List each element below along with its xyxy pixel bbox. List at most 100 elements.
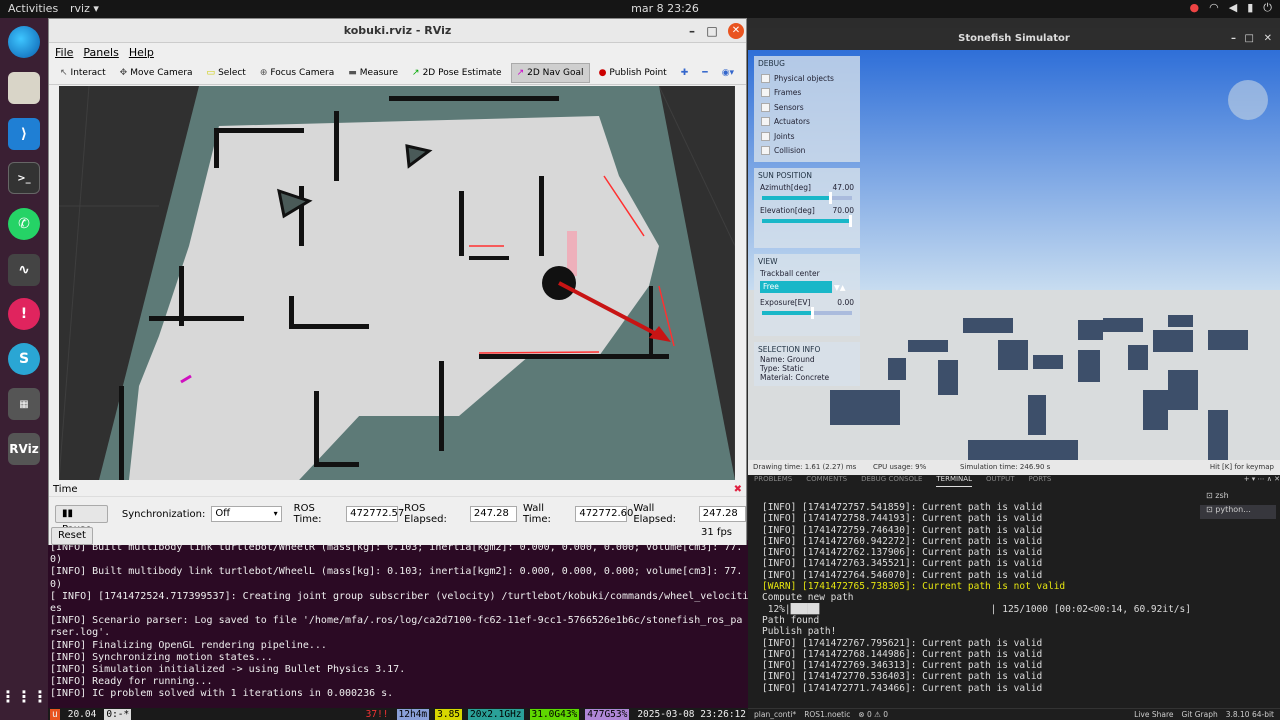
maximize-button[interactable]: □ [1245,28,1254,50]
checkbox-physical-objects[interactable]: Physical objects [758,71,856,86]
minimize-button[interactable]: – [682,19,702,43]
add-tool-button[interactable]: ✚ [676,63,694,83]
wall-time-field[interactable]: 472772.60 [575,506,633,522]
checkbox-actuators[interactable]: Actuators [758,115,856,130]
selection-info-panel: SELECTION INFO Name: Ground Type: Static… [754,342,860,386]
tab-comments[interactable]: COMMENTS [806,475,847,487]
tmux-cpu: 20x2.1GHz [468,708,524,720]
time-controls-row: ▮▮ Pause Synchronization: Off ▾ ROS Time:… [55,503,746,535]
keymap-hint: Hit [K] for keymap [1209,463,1274,471]
checkbox-frames[interactable]: Frames [758,86,856,101]
tool-2d-nav-goal[interactable]: ↗ 2D Nav Goal [510,62,590,83]
terminal-icon[interactable]: >_ [8,162,40,194]
whatsapp-icon[interactable]: ✆ [8,208,40,240]
terminal-line: [INFO] [1741472763.345521]: Current path… [762,558,1043,570]
ros-env[interactable]: ROS1.noetic [804,710,850,719]
terminal-line: [INFO] Simulation initialized -> using B… [50,664,406,676]
app-menu[interactable]: rviz ▾ [70,2,99,15]
clock[interactable]: mar 8 23:26 [610,2,720,15]
minimize-button[interactable]: – [1231,28,1236,50]
live-share[interactable]: Live Share [1134,710,1173,719]
tool-measure[interactable]: ▬ Measure [343,63,403,83]
sync-dropdown[interactable]: Off ▾ [211,506,282,522]
left-terminal[interactable]: [INFO] Built multibody link turtlebot/Wh… [48,540,748,720]
menu-panels[interactable]: Panels [83,46,118,59]
checkbox-sensors[interactable]: Sensors [758,100,856,115]
tab-output[interactable]: OUTPUT [986,475,1015,487]
tool-2d-pose-estimate[interactable]: ↗ 2D Pose Estimate [407,63,507,83]
debug-panel: DEBUG Physical objects Frames Sensors Ac… [754,56,860,162]
system-tray[interactable]: ● ◠ ◀ ▮ ⏻ [1190,1,1272,15]
tool-interact[interactable]: ↖ Interact [55,63,111,83]
tab-problems[interactable]: PROBLEMS [754,475,792,487]
tab-debug-console[interactable]: DEBUG CONSOLE [861,475,922,487]
python-version[interactable]: 3.8.10 64-bit [1226,710,1274,719]
tmux-session: u [50,708,60,720]
exposure-slider[interactable] [762,307,852,319]
tab-ports[interactable]: PORTS [1029,475,1052,487]
tool-publish-point[interactable]: ● Publish Point [594,63,672,83]
alert-icon[interactable]: ! [8,298,40,330]
ros-time-field[interactable]: 472772.57 [346,506,404,522]
stonefish-icon[interactable]: S [8,343,40,375]
tool-select[interactable]: ▭ Select [202,63,251,83]
git-branch[interactable]: plan_conti* [754,710,796,719]
files-icon[interactable] [8,72,40,104]
panel-close-icon[interactable]: ✖ [734,484,742,495]
azimuth-slider[interactable] [762,192,852,204]
ros-elapsed-label: ROS Elapsed: [404,503,447,525]
ros-elapsed-field[interactable]: 247.28 [469,506,518,522]
show-apps-icon[interactable]: ⋮⋮⋮ [0,680,48,712]
rviz-titlebar[interactable]: kobuki.rviz - RViz – □ ✕ [49,19,746,43]
selection-type: Type: Static [760,364,804,373]
sync-value: Off [215,508,231,519]
checkbox-label: Frames [774,88,802,98]
terminal-line: 0) [50,554,63,566]
checkbox-collision[interactable]: Collision [758,144,856,159]
tool-move-camera[interactable]: ✥ Move Camera [115,63,198,83]
pause-button[interactable]: ▮▮ Pause [55,505,108,535]
vscode-status-bar: plan_conti* ROS1.noetic ⊗ 0 ⚠ 0 Live Sha… [748,708,1280,720]
menu-help[interactable]: Help [129,46,154,59]
close-button[interactable]: ✕ [728,23,744,39]
vscode-icon[interactable]: ⟩ [8,118,40,150]
3d-viewport[interactable] [58,85,736,481]
remove-tool-button[interactable]: ━ [697,63,712,83]
rviz-icon[interactable]: RViz [8,433,40,465]
session-zsh[interactable]: ⊡ zsh [1200,491,1276,505]
apps-grid-icon[interactable]: ▦ [8,388,40,420]
checkbox-icon [761,117,770,127]
tab-terminal[interactable]: TERMINAL [936,475,972,487]
edge-icon[interactable] [8,26,40,58]
session-label: zsh [1215,491,1229,500]
tool-options-button[interactable]: ◉▾ [717,63,739,83]
terminal-line: [INFO] [1741472769.346313]: Current path… [762,660,1043,672]
tmux-window: 0:-* [104,708,132,720]
git-graph[interactable]: Git Graph [1181,710,1217,719]
checkbox-label: Physical objects [774,73,834,83]
terminal-line: [INFO] [1741472770.536403]: Current path… [762,671,1043,683]
terminal-sessions: ⊡ zsh ⊡ python... [1200,491,1276,519]
menu-file[interactable]: File [55,46,73,59]
maximize-button[interactable]: □ [702,19,722,43]
close-button[interactable]: ✕ [1264,28,1272,50]
stonefish-titlebar[interactable]: Stonefish Simulator – □ ✕ [748,28,1280,50]
activities-button[interactable]: Activities [8,2,58,15]
session-python[interactable]: ⊡ python... [1200,505,1276,519]
checkbox-joints[interactable]: Joints [758,129,856,144]
window-title: kobuki.rviz - RViz [343,24,452,37]
reset-button[interactable]: Reset [51,527,93,545]
ruler-icon: ▬ [348,67,357,78]
system-monitor-icon[interactable]: ∿ [8,254,40,286]
cpu-usage: CPU usage: 9% [873,463,927,471]
arrow-up-icon[interactable]: ▲ [840,283,846,292]
elevation-slider[interactable] [762,215,853,227]
exposure-label: Exposure[EV] [760,298,811,307]
view-mode-selector[interactable]: Free ▼ ▲ [760,281,856,293]
tool-focus-camera[interactable]: ⊕ Focus Camera [255,63,339,83]
problems-count[interactable]: ⊗ 0 ⚠ 0 [858,710,888,719]
terminal-output[interactable]: [INFO] [1741472757.541859]: Current path… [762,502,1191,694]
panel-title: Time [53,484,78,495]
wall-elapsed-field[interactable]: 247.28 [698,506,746,522]
add-terminal-icon[interactable]: + ▾ ⋯ ∧ ✕ [1244,475,1280,487]
